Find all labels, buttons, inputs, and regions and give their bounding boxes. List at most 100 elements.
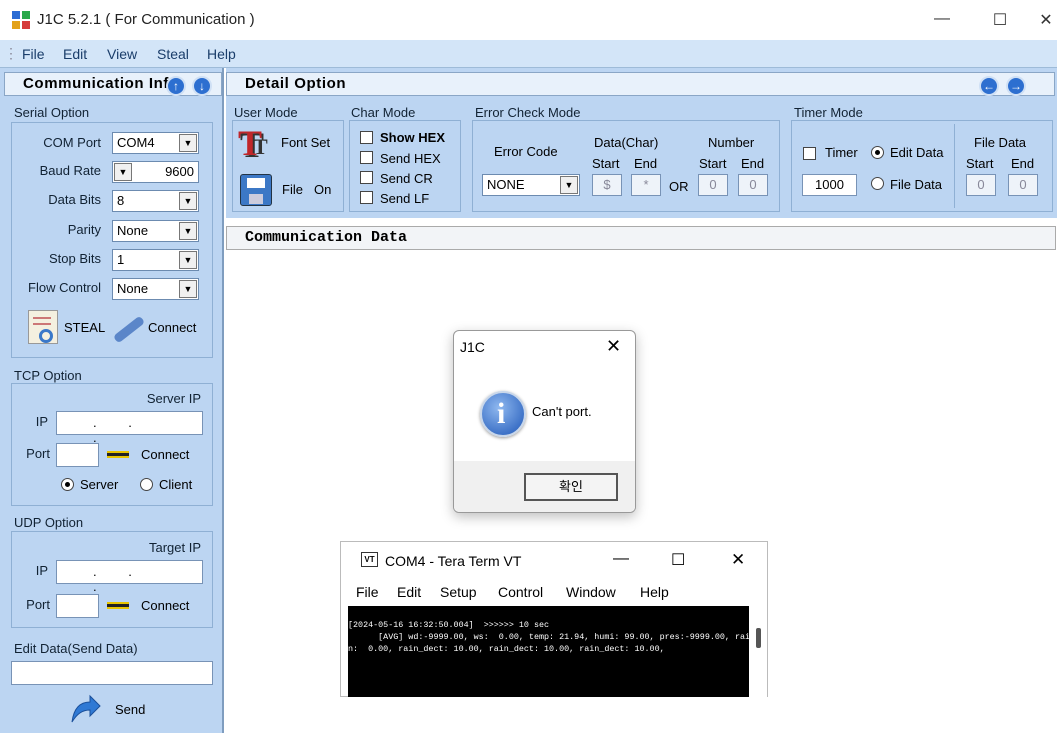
detail-option-header: Detail Option xyxy=(226,72,1055,96)
timer-checkbox[interactable] xyxy=(803,147,816,160)
communication-info-header: Communication Info xyxy=(4,72,222,96)
udp-port-input[interactable] xyxy=(56,594,99,618)
cable-icon xyxy=(112,315,146,344)
teraterm-menu-setup[interactable]: Setup xyxy=(440,584,477,600)
chevron-down-icon: ▼ xyxy=(179,222,197,240)
send-data-input[interactable] xyxy=(11,661,213,685)
tcp-port-label: Port xyxy=(26,446,50,461)
chevron-down-icon: ▼ xyxy=(560,176,578,194)
timer-mode-title: Timer Mode xyxy=(794,105,863,120)
number-end-input[interactable]: 0 xyxy=(738,174,768,196)
teraterm-close-button[interactable]: ✕ xyxy=(731,550,745,570)
info-icon: i xyxy=(480,391,526,437)
file-on-label: On xyxy=(314,182,332,197)
baud-rate-select[interactable]: ▼ 9600 xyxy=(112,161,199,183)
user-mode-title: User Mode xyxy=(234,105,298,120)
teraterm-menu-file[interactable]: File xyxy=(356,584,379,600)
menu-edit[interactable]: Edit xyxy=(63,46,87,62)
terminal-line: n: 0.00, rain_dect: 10.00, rain_dect: 10… xyxy=(348,644,665,654)
timer-label: Timer xyxy=(825,145,858,160)
save-file-icon[interactable] xyxy=(240,174,272,206)
send-cr-label: Send CR xyxy=(380,171,433,186)
menu-steal[interactable]: Steal xyxy=(157,46,189,62)
com-port-select[interactable]: COM4 ▼ xyxy=(112,132,199,154)
dialog-close-icon[interactable]: ✕ xyxy=(606,336,621,357)
client-radio[interactable] xyxy=(140,478,153,491)
tcp-option-title: TCP Option xyxy=(14,368,82,383)
terminal-scrollbar[interactable] xyxy=(749,606,767,697)
file-data-end-input[interactable]: 0 xyxy=(1008,174,1038,196)
error-code-select[interactable]: NONE ▼ xyxy=(482,174,580,196)
send-hex-label: Send HEX xyxy=(380,151,441,166)
menu-view[interactable]: View xyxy=(107,46,137,62)
message-dialog: J1C ✕ i Can't port. 확인 xyxy=(453,330,636,513)
tcp-connect-button[interactable]: Connect xyxy=(107,447,189,466)
parity-select[interactable]: None ▼ xyxy=(112,220,199,242)
chevron-down-icon: ▼ xyxy=(114,163,132,181)
file-data-start-label: Start xyxy=(966,156,994,171)
send-button[interactable]: Send xyxy=(68,692,168,726)
teraterm-titlebar: VT COM4 - Tera Term VT — ☐ ✕ xyxy=(341,542,767,578)
window-title: J1C 5.2.1 ( For Communication ) xyxy=(37,11,255,28)
stop-bits-select[interactable]: 1 ▼ xyxy=(112,249,199,271)
menu-file[interactable]: File xyxy=(22,46,45,62)
flow-control-select[interactable]: None ▼ xyxy=(112,278,199,300)
minimize-button[interactable]: — xyxy=(932,10,952,28)
data-start-label: Start xyxy=(592,156,620,171)
send-lf-checkbox[interactable] xyxy=(360,191,373,204)
server-radio[interactable] xyxy=(61,478,74,491)
menu-help[interactable]: Help xyxy=(207,46,236,62)
send-hex-checkbox[interactable] xyxy=(360,151,373,164)
number-start-input[interactable]: 0 xyxy=(698,174,728,196)
teraterm-menu-window[interactable]: Window xyxy=(566,584,616,600)
send-lf-label: Send LF xyxy=(380,191,430,206)
number-end-label: End xyxy=(741,156,765,171)
tcp-ip-input[interactable]: . . . xyxy=(56,411,203,445)
data-end-input[interactable]: * xyxy=(631,174,661,196)
teraterm-minimize-button[interactable]: — xyxy=(613,550,629,568)
timer-interval-input[interactable]: 1000 xyxy=(802,174,857,196)
scrollbar-thumb[interactable] xyxy=(756,628,761,648)
number-start-label: Start xyxy=(699,156,727,171)
left-panel: Communication Info ↑ ↓ Serial Option COM… xyxy=(0,68,224,733)
collapse-up-icon[interactable]: ↑ xyxy=(166,76,186,96)
file-data-start-input[interactable]: 0 xyxy=(966,174,996,196)
font-set-button[interactable]: T T Font Set xyxy=(238,123,338,163)
maximize-button[interactable]: ☐ xyxy=(990,10,1010,30)
dialog-title: J1C xyxy=(460,339,485,355)
edit-data-radio[interactable] xyxy=(871,146,884,159)
send-cr-checkbox[interactable] xyxy=(360,171,373,184)
show-hex-checkbox[interactable] xyxy=(360,131,373,144)
teraterm-menu-help[interactable]: Help xyxy=(640,584,669,600)
teraterm-menu-edit[interactable]: Edit xyxy=(397,584,421,600)
server-radio-label: Server xyxy=(80,477,119,492)
data-end-label: End xyxy=(634,156,658,171)
edit-data-label: Edit Data xyxy=(890,145,944,160)
udp-port-label: Port xyxy=(26,597,50,612)
ok-button[interactable]: 확인 xyxy=(524,473,618,501)
teraterm-maximize-button[interactable]: ☐ xyxy=(671,550,685,570)
server-ip-label: Server IP xyxy=(146,391,201,406)
steal-document-icon xyxy=(28,310,58,344)
chevron-down-icon: ▼ xyxy=(179,192,197,210)
data-char-label: Data(Char) xyxy=(594,135,659,150)
steal-button[interactable]: STEAL xyxy=(26,310,106,346)
teraterm-menu-control[interactable]: Control xyxy=(498,584,543,600)
collapse-down-icon[interactable]: ↓ xyxy=(192,76,212,96)
arrow-left-icon[interactable]: ← xyxy=(979,76,999,96)
arrow-right-icon[interactable]: → xyxy=(1006,76,1026,96)
udp-ip-input[interactable]: . . . xyxy=(56,560,203,594)
teraterm-menu-bar: File Edit Setup Control Window Help xyxy=(341,578,767,606)
file-data-radio[interactable] xyxy=(871,177,884,190)
or-label: OR xyxy=(669,179,689,194)
tcp-port-input[interactable] xyxy=(56,443,99,467)
serial-connect-button[interactable]: Connect xyxy=(110,310,206,346)
close-button[interactable]: ✕ xyxy=(1036,10,1056,30)
data-bits-select[interactable]: 8 ▼ xyxy=(112,190,199,212)
terminal-output[interactable]: [2024-05-16 16:32:50.004] >>>>>> 10 sec … xyxy=(348,606,749,697)
app-icon xyxy=(12,11,30,29)
edit-data-title: Edit Data(Send Data) xyxy=(14,641,138,656)
udp-connect-button[interactable]: Connect xyxy=(107,598,189,617)
data-start-input[interactable]: $ xyxy=(592,174,622,196)
show-hex-label: Show HEX xyxy=(380,130,446,145)
